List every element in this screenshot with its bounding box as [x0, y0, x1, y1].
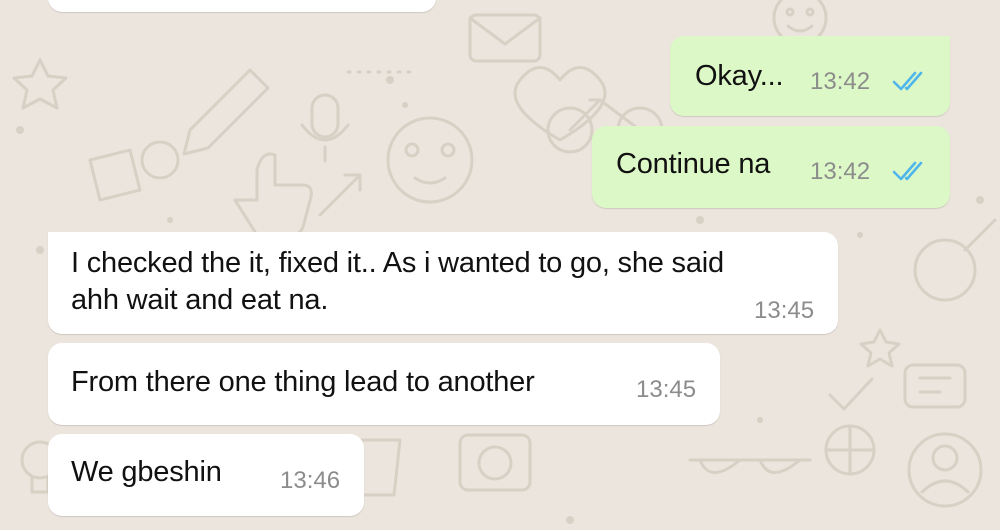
- message-timestamp: 13:42: [810, 158, 871, 185]
- message-bubble-incoming[interactable]: From there one thing lead to another 13:…: [48, 343, 720, 425]
- read-receipt-double-check-icon: [892, 71, 923, 91]
- read-receipt-double-check-icon: [892, 161, 923, 181]
- message-text: From there one thing lead to another: [71, 366, 535, 398]
- message-text-line: ahh wait and eat na.: [71, 284, 329, 316]
- message-timestamp: 13:45: [636, 376, 697, 403]
- message-text: Okay...: [695, 60, 784, 92]
- message-bubble-incoming[interactable]: I checked the it, fixed it.. As i wanted…: [48, 232, 838, 334]
- message-bubble-partial[interactable]: [48, 0, 436, 12]
- message-bubble-incoming[interactable]: We gbeshin 13:46: [48, 434, 364, 516]
- message-text: Continue na: [616, 148, 771, 180]
- message-bubble-outgoing[interactable]: Continue na 13:42: [592, 126, 950, 208]
- message-timestamp: 13:45: [754, 297, 815, 324]
- message-timestamp: 13:42: [810, 68, 871, 95]
- message-text-line: I checked the it, fixed it.. As i wanted…: [71, 247, 724, 279]
- message-bubble-outgoing[interactable]: Okay... 13:42: [670, 36, 950, 116]
- chat-message-list[interactable]: Okay... 13:42 Continue na 13:42 I checke…: [0, 0, 1000, 530]
- message-timestamp: 13:46: [280, 467, 341, 494]
- message-text: We gbeshin: [71, 456, 222, 488]
